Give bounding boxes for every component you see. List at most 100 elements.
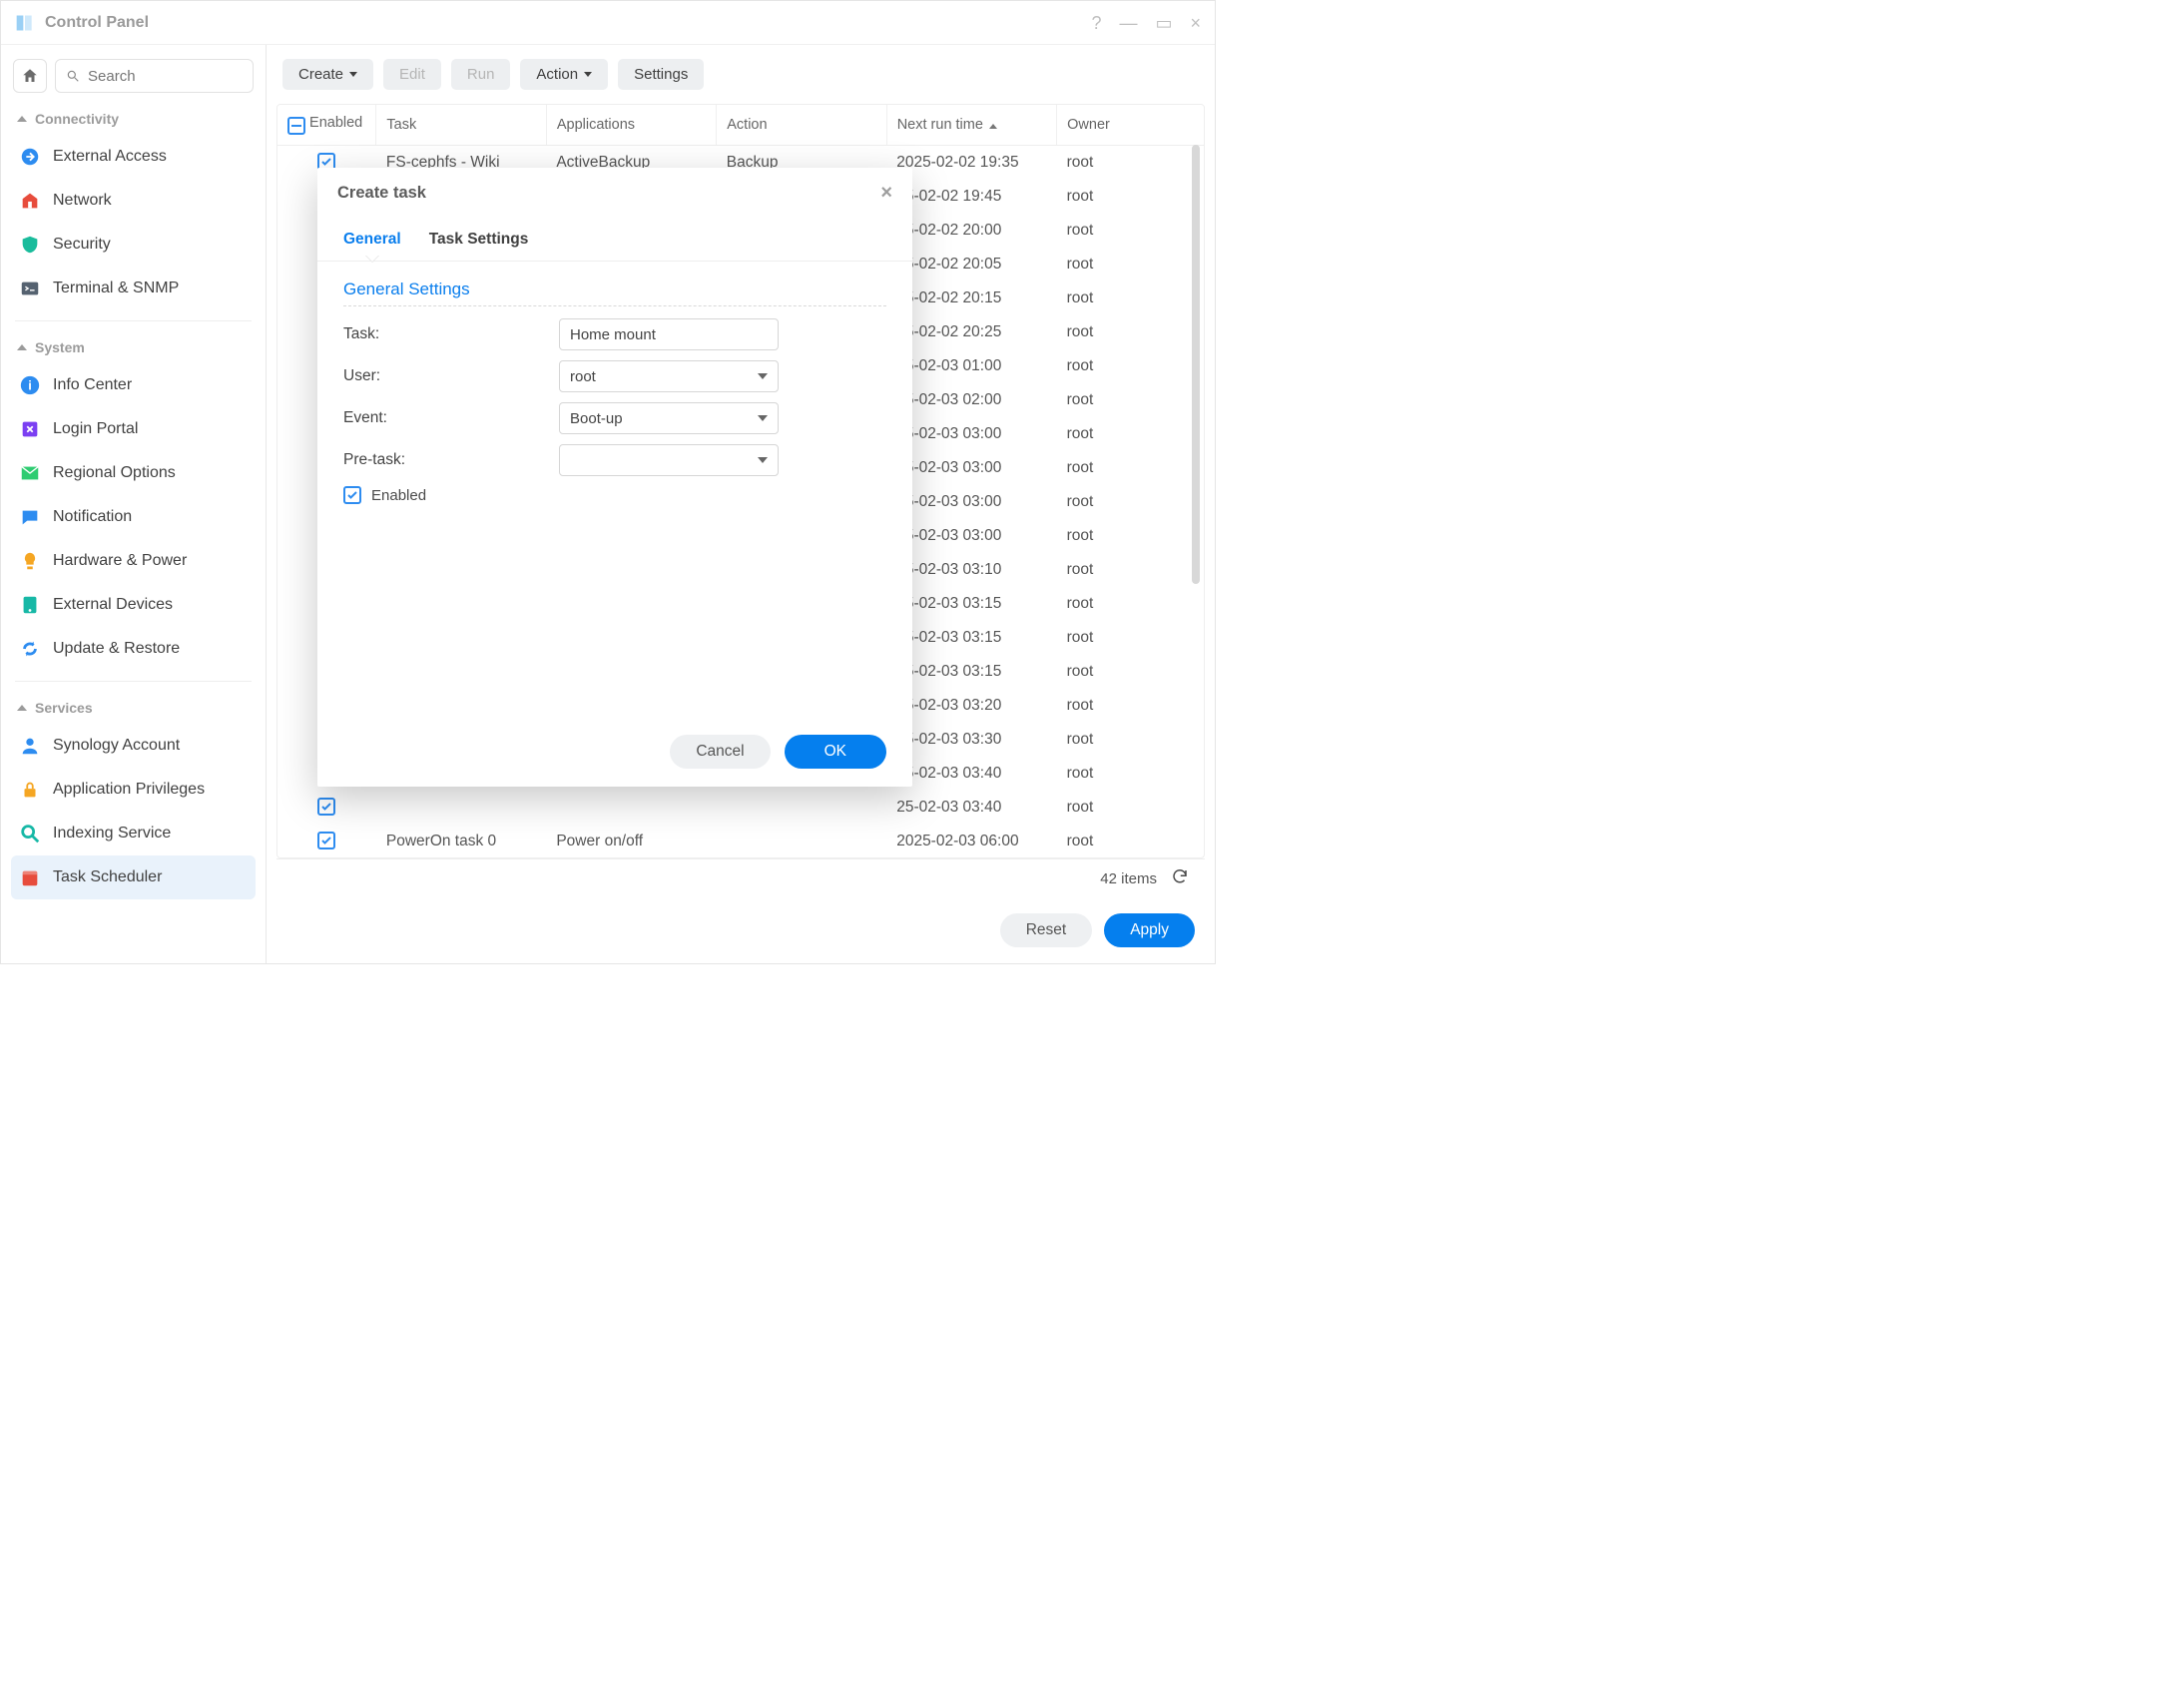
minimize-button[interactable]: —	[1119, 14, 1137, 32]
cell-owner: root	[1057, 689, 1204, 723]
sidebar-item-update-restore[interactable]: Update & Restore	[11, 627, 256, 671]
cell-owner: root	[1057, 146, 1204, 181]
run-button: Run	[451, 59, 511, 90]
dialog-ok-button[interactable]: OK	[785, 735, 886, 769]
sidebar-item-label: Login Portal	[53, 420, 138, 438]
info-icon: i	[19, 374, 41, 396]
col-header-next-run[interactable]: Next run time	[886, 105, 1056, 146]
sidebar-item-notification[interactable]: Notification	[11, 495, 256, 539]
cell-owner: root	[1057, 553, 1204, 587]
enabled-label: Enabled	[371, 487, 426, 504]
cell-owner: root	[1057, 655, 1204, 689]
chevron-up-icon	[17, 344, 27, 350]
create-button[interactable]: Create	[282, 59, 373, 90]
section-title: General Settings	[343, 280, 886, 299]
cell-owner: root	[1057, 825, 1204, 858]
row-enabled-checkbox[interactable]	[317, 832, 335, 849]
sidebar-item-security[interactable]: Security	[11, 223, 256, 267]
cell-task	[376, 791, 546, 825]
vertical-scrollbar[interactable]	[1192, 145, 1200, 584]
nav-group-header[interactable]: Services	[11, 692, 256, 724]
nav-group-header[interactable]: System	[11, 331, 256, 363]
globe-arrow-icon	[19, 146, 41, 168]
table-row[interactable]: PowerOn task 0Power on/off2025-02-03 06:…	[277, 825, 1204, 858]
refresh-button[interactable]	[1171, 867, 1189, 889]
dialog-close-button[interactable]: ×	[880, 182, 892, 205]
tab-general[interactable]: General	[343, 219, 401, 261]
chevron-up-icon	[17, 116, 27, 122]
cell-owner: root	[1057, 485, 1204, 519]
pretask-label: Pre-task:	[343, 451, 559, 469]
house-net-icon	[19, 190, 41, 212]
reset-button[interactable]: Reset	[1000, 913, 1093, 947]
cell-owner: root	[1057, 451, 1204, 485]
svg-text:i: i	[28, 378, 32, 393]
col-header-task[interactable]: Task	[376, 105, 546, 146]
sidebar-item-label: Application Privileges	[53, 781, 205, 799]
sidebar-item-terminal-snmp[interactable]: Terminal & SNMP	[11, 267, 256, 310]
close-window-button[interactable]: ×	[1190, 14, 1201, 32]
table-row[interactable]: 25-02-03 03:40root	[277, 791, 1204, 825]
sidebar-item-info-center[interactable]: i Info Center	[11, 363, 256, 407]
cell-owner: root	[1057, 621, 1204, 655]
sidebar-item-label: Security	[53, 236, 111, 254]
user-select[interactable]: root	[559, 360, 779, 392]
apply-button[interactable]: Apply	[1104, 913, 1195, 947]
sidebar: ConnectivityExternal Access Network Securi…	[1, 45, 267, 963]
dialog-cancel-button[interactable]: Cancel	[670, 735, 770, 769]
cell-owner: root	[1057, 315, 1204, 349]
cell-next-run: 2025-02-03 06:00	[886, 825, 1056, 858]
sidebar-item-regional-options[interactable]: Regional Options	[11, 451, 256, 495]
chat-icon	[19, 506, 41, 528]
search-icon	[19, 823, 41, 845]
sidebar-item-login-portal[interactable]: Login Portal	[11, 407, 256, 451]
sidebar-item-external-devices[interactable]: External Devices	[11, 583, 256, 627]
sidebar-item-task-scheduler[interactable]: Task Scheduler	[11, 855, 256, 899]
control-panel-window: Control Panel ? — ▭ × ConnectivityExtern…	[0, 0, 1216, 964]
app-icon	[15, 13, 35, 33]
row-enabled-checkbox[interactable]	[317, 798, 335, 816]
calendar-icon	[19, 866, 41, 888]
sidebar-item-label: Network	[53, 192, 112, 210]
nav-group-header[interactable]: Connectivity	[11, 103, 256, 135]
event-select[interactable]: Boot-up	[559, 402, 779, 434]
col-header-action[interactable]: Action	[717, 105, 886, 146]
sidebar-item-application-privileges[interactable]: Application Privileges	[11, 768, 256, 812]
action-button[interactable]: Action	[520, 59, 608, 90]
home-button[interactable]	[13, 59, 47, 93]
caret-down-icon	[584, 72, 592, 77]
tab-task-settings[interactable]: Task Settings	[429, 219, 529, 261]
sidebar-nav[interactable]: ConnectivityExternal Access Network Securi…	[1, 97, 266, 963]
toolbar: Create Edit Run Action Settings	[267, 45, 1215, 104]
col-header-applications[interactable]: Applications	[546, 105, 716, 146]
region-icon	[19, 462, 41, 484]
cell-owner: root	[1057, 349, 1204, 383]
event-label: Event:	[343, 409, 559, 427]
enabled-checkbox[interactable]	[343, 486, 361, 504]
cell-owner: root	[1057, 723, 1204, 757]
select-all-checkbox[interactable]	[287, 117, 305, 135]
search-input[interactable]	[88, 68, 243, 85]
col-header-enabled[interactable]: Enabled	[277, 105, 376, 146]
edit-button: Edit	[383, 59, 441, 90]
search-field[interactable]	[55, 59, 254, 93]
sidebar-item-label: Hardware & Power	[53, 552, 187, 570]
task-input[interactable]: Home mount	[559, 318, 779, 350]
settings-button[interactable]: Settings	[618, 59, 704, 90]
sidebar-item-label: Terminal & SNMP	[53, 280, 179, 297]
sidebar-item-label: Info Center	[53, 376, 132, 394]
pretask-select[interactable]	[559, 444, 779, 476]
lock-icon	[19, 779, 41, 801]
col-header-owner[interactable]: Owner	[1057, 105, 1204, 146]
sidebar-item-external-access[interactable]: External Access	[11, 135, 256, 179]
sidebar-item-label: Task Scheduler	[53, 868, 162, 886]
sync-icon	[19, 638, 41, 660]
shield-icon	[19, 234, 41, 256]
sidebar-item-label: Notification	[53, 508, 132, 526]
sidebar-item-network[interactable]: Network	[11, 179, 256, 223]
help-button[interactable]: ?	[1091, 14, 1101, 32]
maximize-button[interactable]: ▭	[1155, 14, 1172, 32]
sidebar-item-synology-account[interactable]: Synology Account	[11, 724, 256, 768]
sidebar-item-indexing-service[interactable]: Indexing Service	[11, 812, 256, 855]
sidebar-item-hardware-power[interactable]: Hardware & Power	[11, 539, 256, 583]
